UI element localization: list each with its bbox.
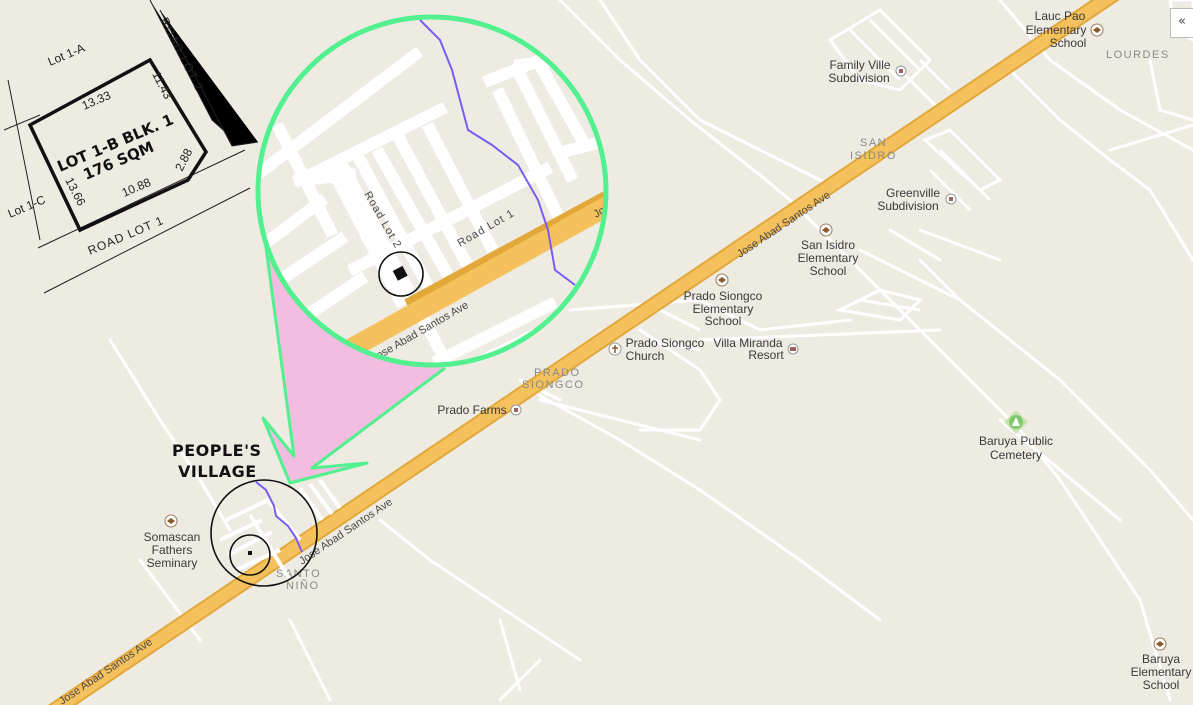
svg-text:Seminary: Seminary	[147, 556, 198, 570]
svg-text:Elementary: Elementary	[1131, 665, 1192, 679]
poi-family-ville[interactable]: Family Ville Subdivision	[828, 58, 907, 85]
svg-text:School: School	[705, 314, 742, 328]
svg-text:School: School	[1050, 36, 1087, 50]
svg-text:School: School	[810, 264, 847, 278]
svg-text:Elementary: Elementary	[798, 251, 859, 265]
area-san-isidro-1: SAN	[860, 137, 887, 149]
area-prado-2: SIONGCO	[522, 379, 584, 391]
svg-text:Subdivision: Subdivision	[828, 71, 889, 85]
village-title-line1: PEOPLE'S	[172, 441, 262, 460]
svg-text:Cemetery: Cemetery	[990, 448, 1042, 462]
poi-prado-church[interactable]: Prado Siongco Church	[608, 336, 705, 363]
lot-plan: Lot 1-A Lot 1-C ROAD LOT 1 ROAD LOT 2 13…	[3, 0, 259, 294]
svg-text:Subdivision: Subdivision	[877, 199, 938, 213]
area-santo-nino-2: NIÑO	[286, 579, 320, 592]
svg-text:Baruya Public: Baruya Public	[979, 434, 1053, 448]
plan-dim-corner: 2.88	[172, 146, 195, 173]
svg-text:Somascan: Somascan	[144, 530, 201, 544]
poi-greenville[interactable]: Greenville Subdivision	[877, 186, 957, 213]
svg-text:Family Ville: Family Ville	[829, 58, 890, 72]
plan-lot-1c: Lot 1-C	[6, 192, 48, 220]
area-lourdes: LOURDES	[1106, 49, 1170, 61]
place-icon-glyph	[899, 69, 903, 73]
highway-label-3: Jose Abad Santos Ave	[57, 636, 155, 705]
poi-somascan-seminary[interactable]: Somascan Fathers Seminary	[144, 514, 201, 570]
svg-text:Prado Siongco: Prado Siongco	[626, 336, 705, 350]
svg-text:Elementary: Elementary	[1026, 23, 1087, 37]
plan-dim-right: 11.43	[149, 69, 175, 102]
svg-text:Fathers: Fathers	[152, 543, 193, 557]
collapse-panel-button[interactable]: «	[1170, 8, 1193, 38]
svg-text:Resort: Resort	[748, 348, 784, 362]
area-prado-1: PRADO	[534, 367, 581, 379]
svg-text:San Isidro: San Isidro	[801, 238, 855, 252]
svg-text:Prado Siongco: Prado Siongco	[684, 289, 763, 303]
site-marker	[248, 551, 252, 555]
svg-text:Lauc Pao: Lauc Pao	[1035, 9, 1086, 23]
svg-text:Baruya: Baruya	[1142, 652, 1180, 666]
svg-text:School: School	[1143, 678, 1180, 692]
svg-text:Church: Church	[626, 349, 665, 363]
poi-baruya-cemetery[interactable]: Baruya Public Cemetery	[979, 415, 1053, 462]
map-svg: LOURDES SAN ISIDRO PRADO SIONGCO SANTO N…	[3, 0, 1193, 705]
plan-dim-top: 13.33	[80, 88, 113, 113]
area-san-isidro-2: ISIDRO	[850, 150, 897, 162]
village-title: PEOPLE'S VILLAGE	[172, 441, 262, 481]
poi-villa-miranda[interactable]: Villa Miranda Resort	[713, 336, 799, 362]
zoom-inset: Jose Abad Santos Ave Jo Road Lot 1 Road …	[255, 14, 609, 368]
plan-lot-1a: Lot 1-A	[46, 41, 87, 69]
village-title-line2: VILLAGE	[178, 462, 257, 481]
poi-san-isidro-school[interactable]: San Isidro Elementary School	[798, 223, 859, 278]
poi-baruya-school[interactable]: Baruya Elementary School	[1131, 637, 1192, 692]
svg-text:Greenville: Greenville	[886, 186, 940, 200]
map-canvas[interactable]: LOURDES SAN ISIDRO PRADO SIONGCO SANTO N…	[0, 0, 1193, 705]
svg-text:Prado Farms: Prado Farms	[437, 403, 506, 417]
place-icon-glyph	[949, 197, 953, 201]
